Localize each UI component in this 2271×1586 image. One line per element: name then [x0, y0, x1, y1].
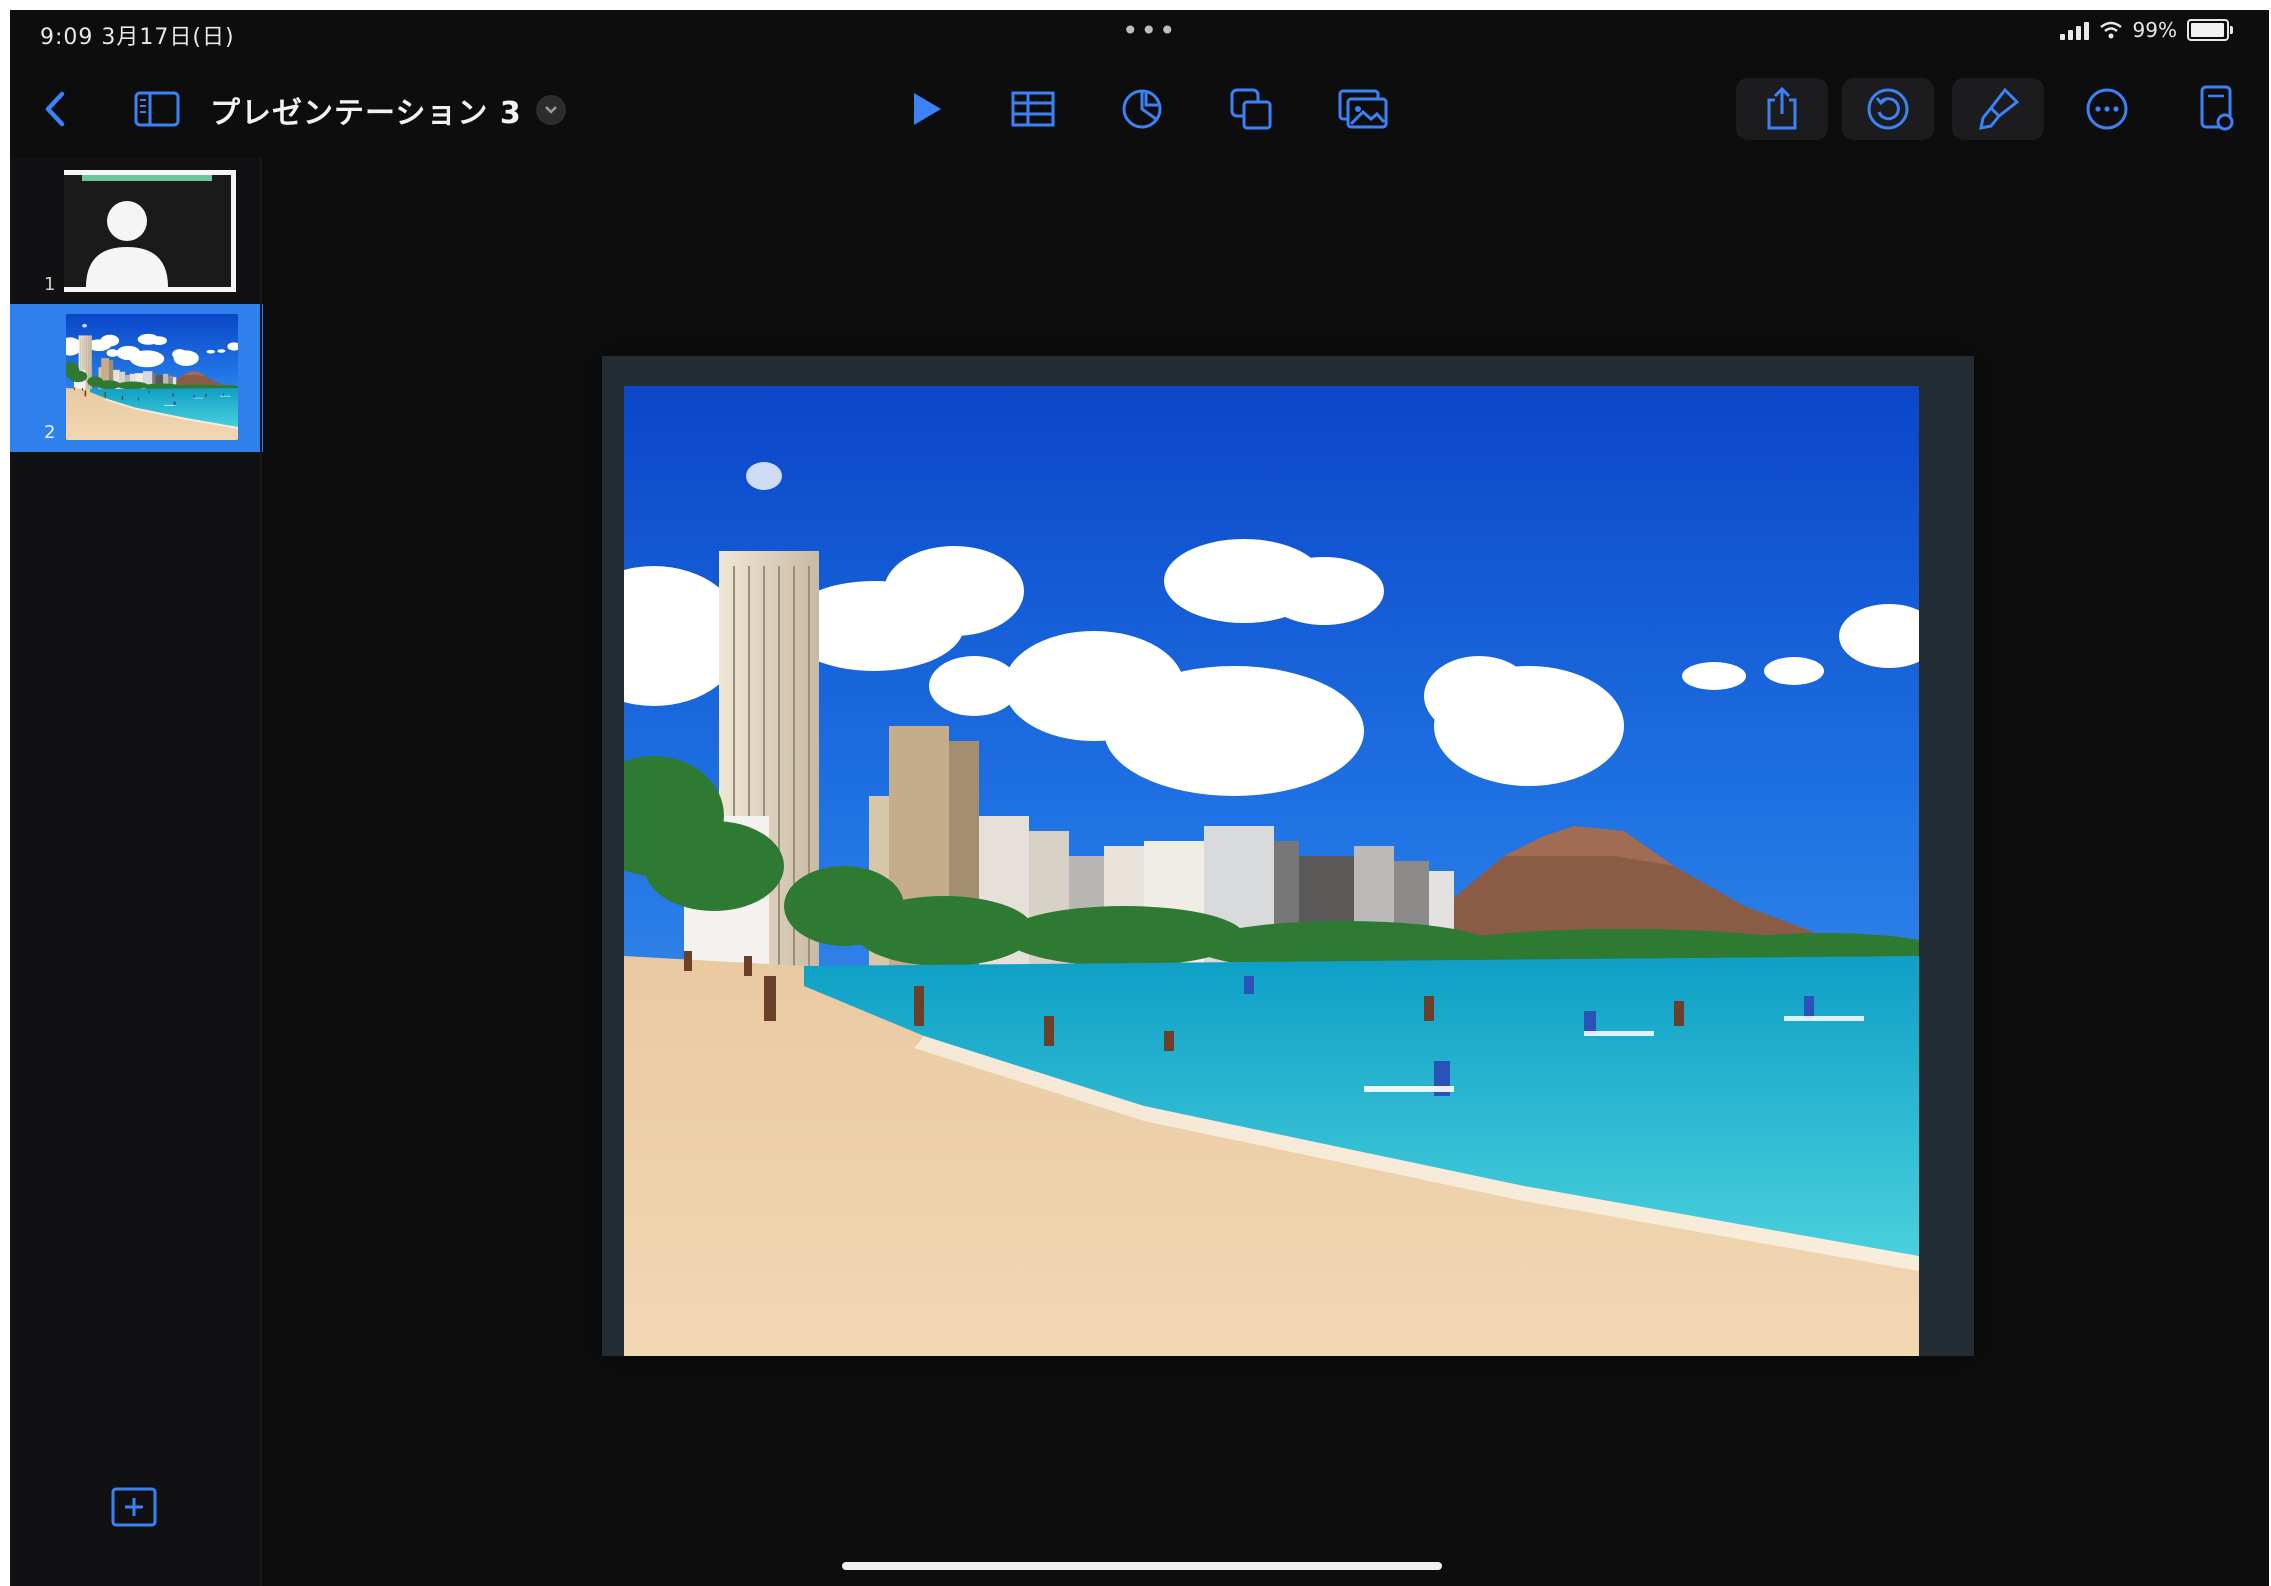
slide-thumbnail-image: [64, 170, 236, 292]
status-right: 99%: [2059, 18, 2233, 42]
share-button[interactable]: [1736, 78, 1828, 140]
status-bar: 9:09 3月17日(日) ••• 99%: [10, 10, 2269, 54]
slide-thumbnail-2[interactable]: 2: [10, 304, 263, 452]
status-time: 9:09 3月17日(日): [40, 25, 235, 50]
chart-icon: [1122, 89, 1162, 129]
document-title: プレゼンテーション 3: [210, 96, 522, 131]
beach-photo[interactable]: [624, 386, 1919, 1356]
slide-number: 2: [44, 422, 56, 443]
format-button[interactable]: [1952, 78, 2044, 140]
play-icon: [914, 93, 941, 125]
slide-thumbnail-image: [66, 314, 238, 440]
back-button[interactable]: [20, 78, 90, 140]
device-screen: 9:09 3月17日(日) ••• 99% プレゼンテーション 3 1 2: [10, 10, 2269, 1586]
insert-media-button[interactable]: [1328, 78, 1398, 140]
more-button[interactable]: [2072, 78, 2142, 140]
person-placeholder-icon: [86, 201, 168, 287]
home-indicator[interactable]: [842, 1562, 1442, 1570]
format-brush-icon: [1979, 87, 2020, 130]
document-title-menu[interactable]: プレゼンテーション 3: [210, 88, 566, 132]
insert-shape-button[interactable]: [1216, 78, 1286, 140]
sidebar-toggle-icon: [134, 91, 180, 127]
back-chevron-icon: [45, 91, 65, 127]
toolbar: プレゼンテーション 3: [10, 60, 2269, 160]
chevron-down-icon: [535, 95, 566, 125]
battery-icon: [2187, 19, 2233, 41]
multitasking-dots-icon[interactable]: •••: [1122, 14, 1178, 47]
sidebar-toggle-button[interactable]: [122, 78, 192, 140]
media-icon: [1338, 89, 1388, 129]
document-settings-button[interactable]: [2182, 78, 2252, 140]
add-slide-icon: [111, 1487, 157, 1527]
share-icon: [1767, 86, 1797, 130]
slide-thumbnail-1[interactable]: 1: [10, 166, 260, 298]
slide-navigator: 1 2: [10, 158, 263, 1586]
battery-percentage: 99%: [2132, 18, 2177, 42]
document-icon: [2200, 85, 2234, 131]
add-slide-button[interactable]: [110, 1486, 158, 1528]
more-icon: [2086, 88, 2128, 130]
cellular-signal-icon: [2059, 20, 2089, 40]
insert-chart-button[interactable]: [1107, 78, 1177, 140]
play-button[interactable]: [892, 78, 962, 140]
undo-button[interactable]: [1842, 78, 1934, 140]
insert-table-button[interactable]: [998, 78, 1068, 140]
beach-image: [624, 386, 1919, 1356]
slide-number: 1: [44, 274, 56, 295]
table-icon: [1011, 91, 1055, 127]
undo-icon: [1867, 88, 1909, 130]
shapes-icon: [1230, 88, 1272, 130]
wifi-icon: [2099, 21, 2122, 39]
